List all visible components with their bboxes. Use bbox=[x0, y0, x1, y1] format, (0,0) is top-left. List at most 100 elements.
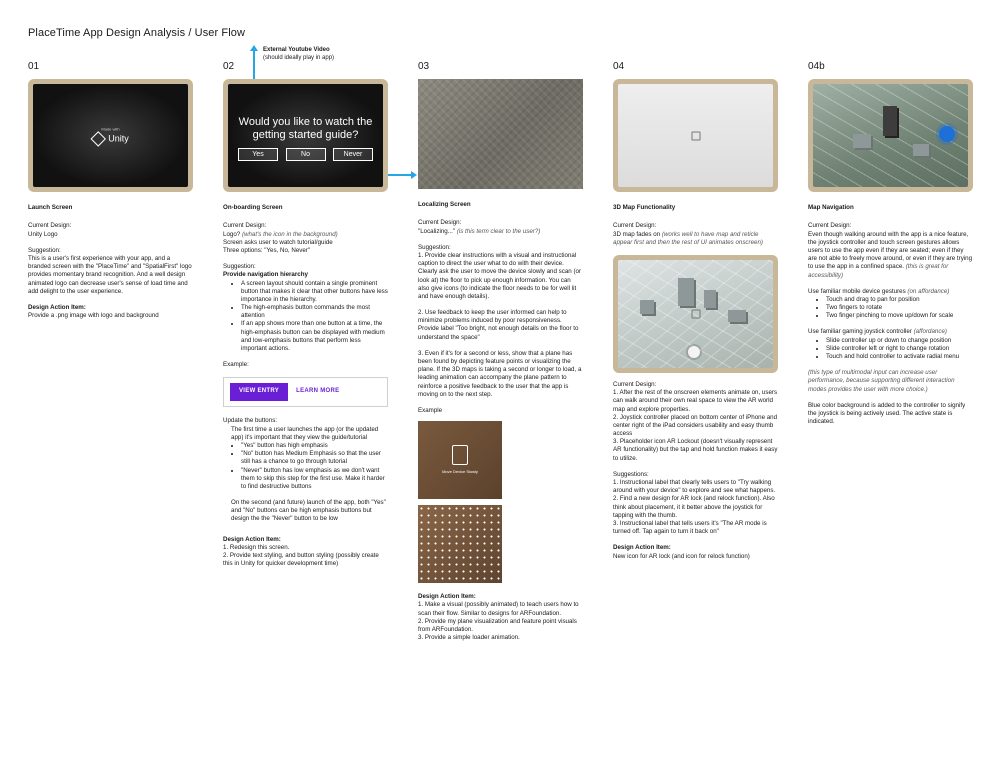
map-screenshot bbox=[613, 254, 778, 373]
update-outro: On the second (and future) launch of the… bbox=[231, 499, 386, 523]
example-label: Example: bbox=[223, 361, 249, 369]
reticle-icon bbox=[691, 309, 700, 319]
never-button[interactable]: Never bbox=[333, 148, 373, 162]
suggestions-label: Suggestions: bbox=[613, 470, 649, 478]
onboarding-question: Would you like to watch the getting star… bbox=[238, 116, 373, 141]
current-design-text: Unity Logo bbox=[28, 230, 58, 238]
suggestion-item: 3. Even if it's for a second or less, sh… bbox=[418, 349, 582, 398]
current-2-item: 2. Joystick controller placed on bottom … bbox=[613, 413, 778, 438]
action-label: Design Action Item: bbox=[28, 303, 86, 311]
arrow-head-right-icon bbox=[411, 171, 417, 179]
suggestion-item: 2. Use feedback to keep the user informe… bbox=[418, 309, 579, 341]
section-heading: Launch Screen bbox=[28, 204, 73, 212]
joystick-active[interactable] bbox=[939, 126, 955, 143]
current-design-label: Current Design: bbox=[223, 222, 267, 230]
action-item: 2. Provide text styling, and button styl… bbox=[223, 552, 379, 568]
learn-more-button[interactable]: LEARN MORE bbox=[296, 388, 339, 396]
current-design-label: Current Design: bbox=[28, 222, 72, 230]
suggestion-item: A screen layout should contain a single … bbox=[241, 280, 388, 305]
joystick-control[interactable] bbox=[688, 345, 700, 358]
suggestion-item: If an app shows more than one button at … bbox=[241, 320, 388, 353]
action-label: Design Action Item: bbox=[223, 535, 281, 543]
current-line-2: Screen asks user to watch tutorial/guide bbox=[223, 238, 333, 246]
section-number: 04b bbox=[808, 61, 825, 72]
section-localizing-screen: 03 Localizing Screen Current Design: "Lo… bbox=[418, 60, 583, 642]
yes-button[interactable]: Yes bbox=[238, 148, 278, 162]
page-title: PlaceTime App Design Analysis / User Flo… bbox=[28, 27, 246, 39]
unity-cube-icon bbox=[89, 131, 106, 147]
joystick-note: (affordance) bbox=[913, 328, 947, 336]
joystick-item: Slide controller left or right to change… bbox=[826, 345, 973, 353]
suggestion-label: Suggestion: bbox=[28, 246, 61, 254]
arrow-head-up-icon bbox=[250, 45, 258, 51]
action-item: 1. Make a visual (possibly animated) to … bbox=[418, 601, 579, 617]
current-design-label: Current Design: bbox=[418, 219, 462, 227]
no-button[interactable]: No bbox=[285, 148, 326, 162]
current-design-label: Current Design: bbox=[613, 222, 657, 230]
update-intro: The first time a user launches the app (… bbox=[231, 425, 379, 441]
update-item: "No" button has Medium Emphasis so that … bbox=[241, 450, 388, 466]
action-label: Design Action Item: bbox=[613, 544, 671, 552]
joystick-item: Slide controller up or down to change po… bbox=[826, 337, 973, 345]
section-map-navigation: 04b Map Navigation Current Design: Even … bbox=[808, 60, 973, 434]
update-label: Update the buttons: bbox=[223, 417, 278, 425]
annotation-label: External Youtube Video bbox=[263, 47, 330, 53]
update-item: "Yes" button has high emphasis bbox=[241, 442, 388, 450]
suggestion-item: The high-emphasis button commands the mo… bbox=[241, 304, 388, 320]
navigation-screenshot bbox=[808, 79, 973, 193]
suggestion-sub: Provide navigation hierarchy bbox=[223, 271, 308, 279]
current-design-note: (is this term clear to the user?) bbox=[456, 227, 541, 235]
section-heading: On-boarding Screen bbox=[223, 204, 283, 212]
current-2-item: 3. Placeholder icon AR Lockout (doesn't … bbox=[613, 438, 778, 462]
device-scan-icon bbox=[452, 445, 468, 466]
current-line-1-note: (what's the icon in the background) bbox=[241, 230, 338, 238]
example-image-scan: Move Device Slowly bbox=[418, 421, 502, 500]
suggestion-label: Suggestion: bbox=[223, 263, 256, 271]
current-design-2-label: Current Design: bbox=[613, 380, 657, 388]
current-line-1: Logo? bbox=[223, 230, 241, 238]
onboarding-screenshot: Would you like to watch the getting star… bbox=[223, 79, 388, 193]
suggestion-text: This is a user's first experience with y… bbox=[28, 254, 192, 295]
current-2-item: 1. After the rest of the onscreen elemen… bbox=[613, 389, 778, 413]
section-heading: Map Navigation bbox=[808, 204, 854, 212]
unity-logo: Made with Unity bbox=[89, 126, 129, 147]
action-label: Design Action Item: bbox=[418, 593, 476, 601]
action-item: 3. Provide a simple loader animation. bbox=[418, 634, 520, 642]
suggestion-item: 3. Instructional label that tells users … bbox=[613, 519, 767, 536]
action-text: Provide a .png image with logo and backg… bbox=[28, 312, 159, 320]
joystick-item: Touch and hold controller to activate ra… bbox=[826, 353, 973, 361]
button-example: VIEW ENTRY LEARN MORE bbox=[223, 377, 388, 408]
multimodal-note: (this type of multimodal input can incre… bbox=[808, 369, 955, 393]
update-item: "Never" button has low emphasis as we do… bbox=[241, 467, 388, 492]
gestures-note: (on affordance) bbox=[907, 287, 950, 295]
current-design-label: Current Design: bbox=[808, 222, 852, 230]
suggestion-item: 1. Instructional label that clearly tell… bbox=[613, 479, 776, 495]
localizing-screenshot bbox=[418, 79, 583, 190]
suggestion-label: Suggestion: bbox=[418, 243, 451, 251]
section-3d-map: 04 3D Map Functionality Current Design: … bbox=[613, 60, 778, 561]
section-number: 03 bbox=[418, 61, 430, 72]
current-design-text: "Localizing..." bbox=[418, 227, 456, 235]
gesture-item: Two finger pinching to move up/down for … bbox=[826, 312, 973, 320]
action-item: 1. Redesign this screen. bbox=[223, 543, 290, 551]
blue-background-text: Blue color background is added to the co… bbox=[808, 401, 966, 426]
view-entry-button[interactable]: VIEW ENTRY bbox=[230, 383, 289, 402]
example-caption: Move Device Slowly bbox=[442, 469, 478, 475]
gestures-label: Use familiar mobile device gestures bbox=[808, 287, 906, 295]
gesture-item: Touch and drag to pan for position bbox=[826, 296, 973, 304]
example-label: Example bbox=[418, 406, 443, 414]
suggestion-item: 2. Find a new design for AR lock (and re… bbox=[613, 495, 775, 519]
map-fade-screenshot bbox=[613, 79, 778, 193]
suggestion-item: 1. Provide clear instructions with a vis… bbox=[418, 251, 582, 300]
example-image-feature-points bbox=[418, 505, 502, 584]
section-launch-screen: 01 Made with Unity Launch Screen Current… bbox=[28, 60, 193, 328]
section-number: 04 bbox=[613, 61, 625, 72]
action-text: New icon for AR lock (and icon for reloc… bbox=[613, 552, 750, 560]
current-design-text: 3D map fades on bbox=[613, 230, 661, 238]
section-heading: Localizing Screen bbox=[418, 201, 471, 209]
section-onboarding-screen: 02 Would you like to watch the getting s… bbox=[223, 60, 388, 568]
reticle-icon bbox=[691, 131, 700, 141]
joystick-label: Use familiar gaming joystick controller bbox=[808, 328, 912, 336]
section-number: 01 bbox=[28, 61, 40, 72]
launch-screenshot: Made with Unity bbox=[28, 79, 193, 193]
